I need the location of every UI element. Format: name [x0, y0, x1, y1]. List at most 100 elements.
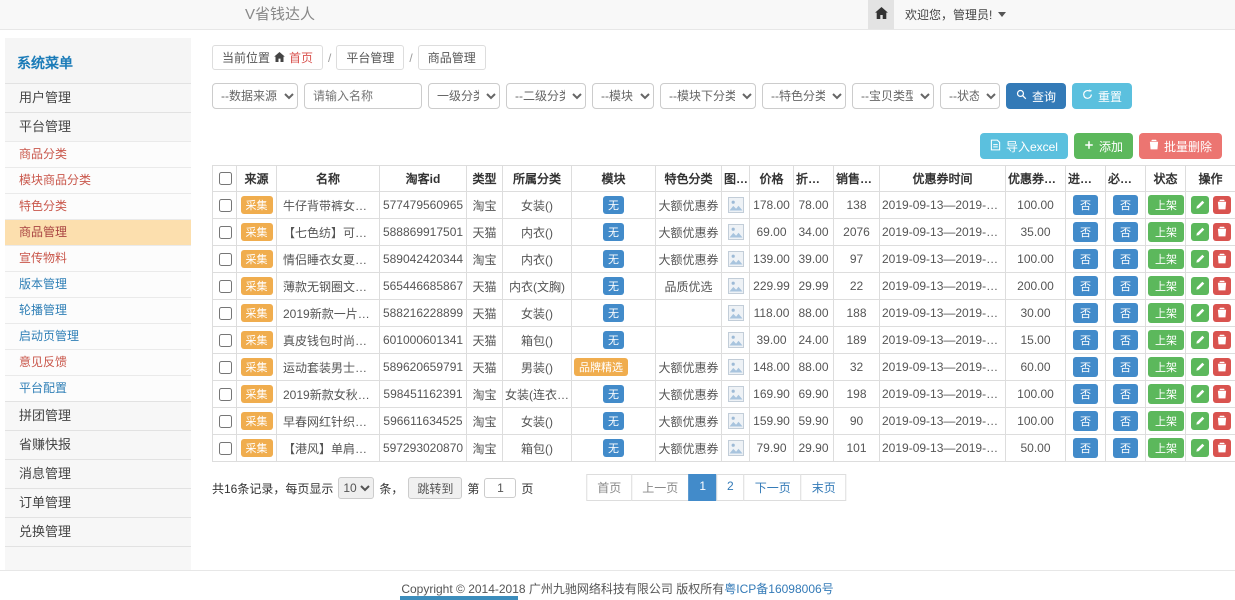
delete-button[interactable] — [1213, 412, 1231, 430]
search-button[interactable]: 查询 — [1006, 83, 1066, 109]
edit-button[interactable] — [1191, 277, 1209, 295]
import-select-button[interactable]: 否 — [1073, 303, 1098, 323]
row-checkbox[interactable] — [219, 388, 232, 401]
sidebar-item[interactable]: 模块商品分类 — [5, 167, 191, 193]
import-select-button[interactable]: 否 — [1073, 438, 1098, 458]
sidebar-item[interactable]: 消息管理 — [5, 459, 191, 488]
import-select-button[interactable]: 否 — [1073, 384, 1098, 404]
must-buy-button[interactable]: 否 — [1113, 276, 1138, 296]
sidebar-item[interactable]: 用户管理 — [5, 83, 191, 112]
select-all-checkbox[interactable] — [219, 172, 232, 185]
sidebar-item[interactable]: 拼团管理 — [5, 401, 191, 430]
row-checkbox[interactable] — [219, 280, 232, 293]
sidebar-item-partial[interactable] — [5, 546, 191, 570]
breadcrumb-home-link[interactable]: 首页 — [289, 49, 313, 66]
sidebar-item[interactable]: 特色分类 — [5, 193, 191, 219]
edit-button[interactable] — [1191, 385, 1209, 403]
must-buy-button[interactable]: 否 — [1113, 303, 1138, 323]
pager-link[interactable]: 上一页 — [631, 474, 689, 501]
status-button[interactable]: 上架 — [1148, 438, 1184, 458]
status-button[interactable]: 上架 — [1148, 411, 1184, 431]
sidebar-item[interactable]: 商品分类 — [5, 141, 191, 167]
home-button[interactable] — [868, 0, 894, 29]
pager-link[interactable]: 末页 — [801, 474, 847, 501]
sidebar-item[interactable]: 订单管理 — [5, 488, 191, 517]
status-button[interactable]: 上架 — [1148, 276, 1184, 296]
delete-button[interactable] — [1213, 277, 1231, 295]
name-input[interactable] — [304, 83, 422, 109]
import-select-button[interactable]: 否 — [1073, 330, 1098, 350]
per-page-select[interactable]: 10 — [338, 477, 374, 499]
sidebar-item[interactable]: 平台配置 — [5, 375, 191, 401]
row-checkbox[interactable] — [219, 199, 232, 212]
sidebar-item[interactable]: 版本管理 — [5, 271, 191, 297]
sidebar-item[interactable]: 启动页管理 — [5, 323, 191, 349]
row-checkbox[interactable] — [219, 334, 232, 347]
edit-button[interactable] — [1191, 250, 1209, 268]
module-select[interactable]: --模块-- — [592, 83, 654, 109]
status-button[interactable]: 上架 — [1148, 222, 1184, 242]
must-buy-button[interactable]: 否 — [1113, 438, 1138, 458]
must-buy-button[interactable]: 否 — [1113, 330, 1138, 350]
must-buy-button[interactable]: 否 — [1113, 222, 1138, 242]
import-select-button[interactable]: 否 — [1073, 357, 1098, 377]
edit-button[interactable] — [1191, 304, 1209, 322]
import-select-button[interactable]: 否 — [1073, 276, 1098, 296]
jump-page-input[interactable] — [484, 478, 516, 498]
pager-link[interactable]: 下一页 — [744, 474, 802, 501]
sidebar-item[interactable]: 省赚快报 — [5, 430, 191, 459]
sidebar-item[interactable]: 兑换管理 — [5, 517, 191, 546]
pager-link[interactable]: 首页 — [586, 474, 632, 501]
row-checkbox[interactable] — [219, 253, 232, 266]
must-buy-button[interactable]: 否 — [1113, 357, 1138, 377]
pager-link[interactable]: 2 — [716, 474, 745, 501]
status-button[interactable]: 上架 — [1148, 330, 1184, 350]
must-buy-button[interactable]: 否 — [1113, 411, 1138, 431]
delete-button[interactable] — [1213, 223, 1231, 241]
status-button[interactable]: 上架 — [1148, 357, 1184, 377]
import-select-button[interactable]: 否 — [1073, 195, 1098, 215]
delete-button[interactable] — [1213, 250, 1231, 268]
add-button[interactable]: 添加 — [1074, 133, 1133, 159]
edit-button[interactable] — [1191, 196, 1209, 214]
import-select-button[interactable]: 否 — [1073, 222, 1098, 242]
delete-button[interactable] — [1213, 196, 1231, 214]
delete-button[interactable] — [1213, 385, 1231, 403]
row-checkbox[interactable] — [219, 226, 232, 239]
icp-link[interactable]: 粤ICP备16098006号 — [724, 582, 833, 596]
edit-button[interactable] — [1191, 223, 1209, 241]
status-button[interactable]: 上架 — [1148, 384, 1184, 404]
edit-button[interactable] — [1191, 412, 1209, 430]
import-select-button[interactable]: 否 — [1073, 249, 1098, 269]
edit-button[interactable] — [1191, 439, 1209, 457]
user-menu[interactable]: 欢迎您，管理员! — [905, 0, 1006, 29]
import-excel-button[interactable]: 导入excel — [980, 133, 1068, 159]
row-checkbox[interactable] — [219, 361, 232, 374]
breadcrumb-item-goods[interactable]: 商品管理 — [418, 45, 486, 70]
batch-delete-button[interactable]: 批量删除 — [1139, 133, 1222, 159]
module-sub-category-select[interactable]: --模块下分类-- — [660, 83, 756, 109]
level1-category-select[interactable]: 一级分类 — [428, 83, 500, 109]
must-buy-button[interactable]: 否 — [1113, 249, 1138, 269]
edit-button[interactable] — [1191, 331, 1209, 349]
reset-button[interactable]: 重置 — [1072, 83, 1132, 109]
delete-button[interactable] — [1213, 304, 1231, 322]
status-button[interactable]: 上架 — [1148, 249, 1184, 269]
delete-button[interactable] — [1213, 358, 1231, 376]
sidebar-item[interactable]: 宣传物料 — [5, 245, 191, 271]
jump-button[interactable]: 跳转到 — [408, 477, 462, 499]
row-checkbox[interactable] — [219, 442, 232, 455]
level2-category-select[interactable]: --二级分类-- — [506, 83, 586, 109]
delete-button[interactable] — [1213, 331, 1231, 349]
sidebar-item[interactable]: 轮播管理 — [5, 297, 191, 323]
status-button[interactable]: 上架 — [1148, 303, 1184, 323]
must-buy-button[interactable]: 否 — [1113, 384, 1138, 404]
sidebar-item[interactable]: 平台管理 — [5, 112, 191, 141]
sidebar-item[interactable]: 意见反馈 — [5, 349, 191, 375]
horizontal-scrollbar-thumb[interactable] — [400, 596, 518, 600]
sidebar-item[interactable]: 商品管理 — [5, 219, 191, 245]
import-select-button[interactable]: 否 — [1073, 411, 1098, 431]
feature-category-select[interactable]: --特色分类-- — [762, 83, 846, 109]
delete-button[interactable] — [1213, 439, 1231, 457]
status-select[interactable]: --状态-- — [940, 83, 1000, 109]
